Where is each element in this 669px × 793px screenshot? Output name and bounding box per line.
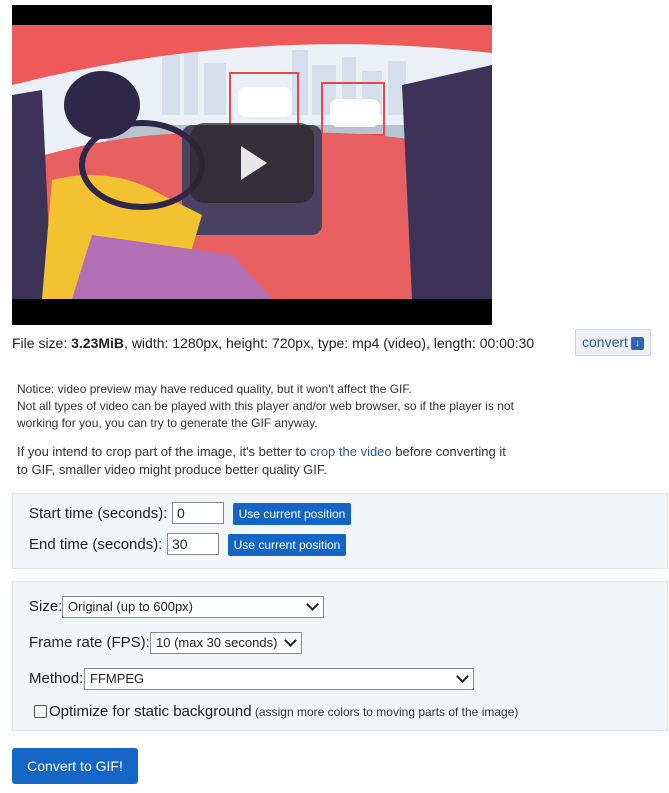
notice: Notice: video preview may have reduced q… [17,381,537,432]
file-info: File size: 3.23MiB, width: 1280px, heigh… [12,335,534,351]
crop-video-link[interactable]: crop the video [310,444,392,459]
end-time-label: End time (seconds): [29,536,163,553]
fps-label: Frame rate (FPS): [29,634,150,651]
convert-label: convert [582,334,628,350]
end-use-current-button[interactable]: Use current position [228,534,346,556]
size-select[interactable]: Original (up to 600px) [62,596,324,618]
method-select[interactable]: FFMPEG [84,668,474,690]
optimize-label[interactable]: Optimize for static background (assign m… [49,703,518,720]
crop-hint: If you intend to crop part of the image,… [17,443,517,479]
file-info-details: , width: 1280px, height: 720px, type: mp… [124,335,535,351]
start-use-current-button[interactable]: Use current position [233,503,351,525]
notice-line-1: Notice: video preview may have reduced q… [17,382,412,396]
play-button[interactable] [190,123,314,203]
notice-line-2: Not all types of video can be played wit… [17,399,514,413]
start-time-label: Start time (seconds): [29,505,168,522]
chevron-down-icon [306,598,319,611]
end-time-input[interactable]: 30 [167,533,219,555]
method-select-value: FFMPEG [90,671,145,686]
play-icon [241,146,267,180]
convert-button[interactable]: convert ↓ [575,329,651,356]
size-select-value: Original (up to 600px) [68,599,194,614]
crop-hint-line-2: to GIF, smaller video might produce bett… [17,462,327,477]
file-size: 3.23MiB [71,335,125,351]
optimize-label-text: Optimize for static background [49,703,252,720]
time-panel: Start time (seconds): 0 Use current posi… [12,493,668,569]
file-info-prefix: File size: [12,335,72,351]
crop-hint-after: before converting it [391,444,506,459]
fps-select-value: 10 (max 30 seconds) [156,635,278,650]
optimize-note: (assign more colors to moving parts of t… [251,705,519,719]
size-label: Size: [29,598,63,615]
method-label: Method: [29,670,84,687]
options-panel: Size: Original (up to 600px) Frame rate … [12,581,668,731]
chevron-down-icon [284,634,297,647]
notice-line-3: working for you, you can try to generate… [17,416,318,430]
convert-to-gif-button[interactable]: Convert to GIF! [12,748,138,784]
fps-select[interactable]: 10 (max 30 seconds) [150,632,302,654]
optimize-checkbox[interactable] [34,705,47,718]
start-time-input[interactable]: 0 [172,502,224,524]
video-player[interactable] [12,5,492,325]
download-icon: ↓ [630,337,644,350]
chevron-down-icon [456,670,469,683]
crop-hint-before: If you intend to crop part of the image,… [17,444,310,459]
